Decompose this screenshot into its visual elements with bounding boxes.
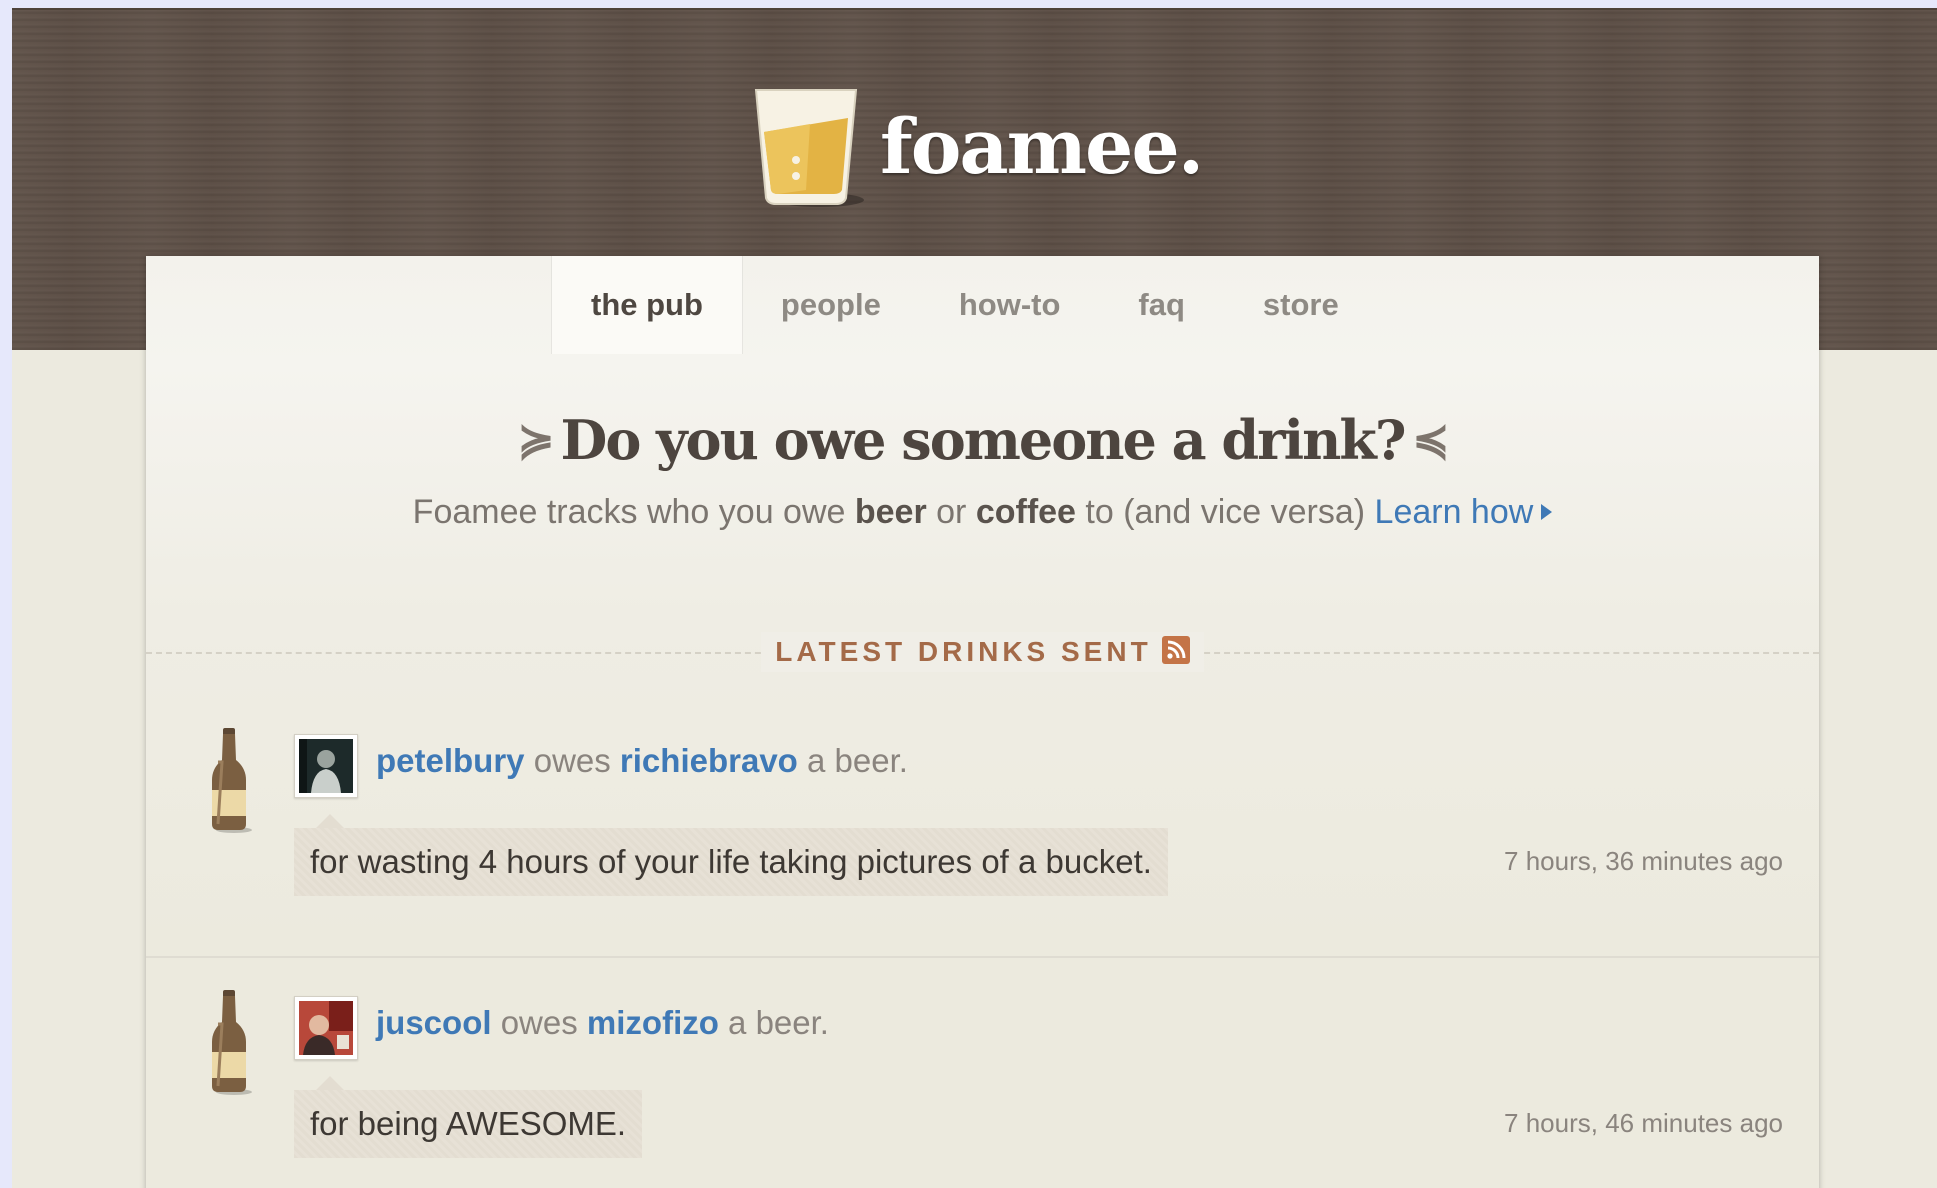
tagline-beer: beer bbox=[854, 493, 927, 531]
user-photo bbox=[299, 739, 353, 793]
owe-statement: juscool owes mizofizo a beer. bbox=[376, 1004, 829, 1042]
hero-headline: ≽ Do you owe someone a drink? ≼ bbox=[146, 408, 1819, 472]
feed-item: juscool owes mizofizo a beer. for being … bbox=[146, 958, 1819, 1188]
brand-name: foamee. bbox=[880, 102, 1204, 191]
feed-item: petelbury owes richiebravo a beer. for w… bbox=[146, 696, 1819, 958]
nav-tab-how-to[interactable]: how-to bbox=[920, 256, 1100, 354]
nav-tab-people[interactable]: people bbox=[742, 256, 920, 354]
drink-text: a beer. bbox=[797, 742, 908, 779]
learn-how-link[interactable]: Learn how bbox=[1375, 493, 1534, 531]
beer-glass-logo-icon bbox=[754, 89, 864, 207]
to-user-link[interactable]: mizofizo bbox=[587, 1004, 719, 1041]
site-logo[interactable]: foamee. bbox=[750, 82, 1204, 212]
timestamp: 7 hours, 36 minutes ago bbox=[1504, 846, 1783, 876]
play-arrow-icon bbox=[1541, 504, 1553, 520]
feed-title: LATEST DRINKS SENT bbox=[775, 636, 1152, 667]
beer-bottle-icon bbox=[212, 990, 252, 1095]
feed-section-header: LATEST DRINKS SENT bbox=[146, 632, 1819, 672]
owe-statement: petelbury owes richiebravo a beer. bbox=[376, 742, 908, 780]
main-nav: the pub people how-to faq store bbox=[552, 256, 1378, 354]
main-panel: the pub people how-to faq store ≽ Do you … bbox=[146, 256, 1819, 1188]
owes-text: owes bbox=[491, 1004, 587, 1041]
to-user-link[interactable]: richiebravo bbox=[620, 742, 798, 779]
hero-tagline: Foamee tracks who you owe beer or coffee… bbox=[146, 493, 1819, 532]
browser-viewport: foamee. the pub people how-to faq store … bbox=[12, 8, 1937, 1188]
nav-tab-store[interactable]: store bbox=[1224, 256, 1378, 354]
reason-bubble: for being AWESOME. bbox=[294, 1076, 643, 1158]
user-photo bbox=[299, 1001, 353, 1055]
tagline-text: to (and vice versa) bbox=[1075, 493, 1375, 531]
avatar[interactable] bbox=[294, 996, 358, 1060]
avatar[interactable] bbox=[294, 734, 358, 798]
swirl-left-icon: ≽ bbox=[517, 415, 555, 466]
owes-text: owes bbox=[524, 742, 620, 779]
drink-text: a beer. bbox=[718, 1004, 829, 1041]
nav-tab-faq[interactable]: faq bbox=[1099, 256, 1224, 354]
from-user-link[interactable]: juscool bbox=[376, 1004, 492, 1041]
beer-bottle-icon bbox=[212, 728, 252, 833]
timestamp: 7 hours, 46 minutes ago bbox=[1504, 1108, 1783, 1138]
nav-tab-the-pub[interactable]: the pub bbox=[552, 256, 742, 354]
reason-bubble: for wasting 4 hours of your life taking … bbox=[294, 814, 1168, 896]
tagline-text: Foamee tracks who you owe bbox=[412, 493, 855, 531]
tagline-text: or bbox=[926, 493, 976, 531]
swirl-right-icon: ≼ bbox=[1412, 415, 1449, 466]
rss-icon[interactable] bbox=[1161, 636, 1190, 664]
from-user-link[interactable]: petelbury bbox=[376, 742, 525, 779]
tagline-coffee: coffee bbox=[975, 493, 1076, 531]
headline-text: Do you owe someone a drink? bbox=[560, 408, 1407, 472]
